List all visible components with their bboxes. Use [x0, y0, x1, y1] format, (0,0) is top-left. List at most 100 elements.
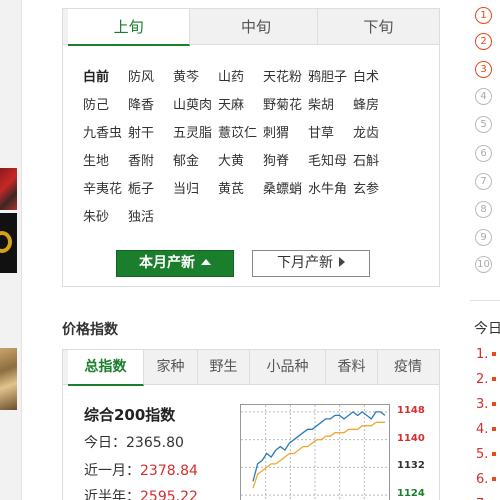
thumbnail-image[interactable] [0, 168, 17, 210]
herb-link[interactable]: 郁金 [173, 151, 218, 172]
herb-link[interactable]: 白术 [353, 67, 398, 88]
price-index-panel: 总指数 家种 野生 小品种 香料 疫情 综合200指数 今日：2365.80 近… [62, 349, 440, 500]
index-month-row: 近一月：2378.84 [84, 460, 198, 480]
herb-link[interactable]: 山药 [218, 67, 263, 88]
today-list-item[interactable]: 5. [476, 447, 497, 462]
tab-epidemic[interactable]: 疫情 [378, 350, 438, 384]
herb-link[interactable]: 当归 [173, 179, 218, 200]
thumbnail-image[interactable] [0, 348, 17, 410]
herb-grid: 白前 防风 黄芩 山药 天花粉 鸦胆子 白术防己 降香 山萸肉 天麻 野菊花 柴胡 蜂房九香虫 射干 五灵脂… [83, 67, 433, 228]
rank-number-badge: 5 [475, 116, 492, 133]
chart-y-tick-label: 1132 [397, 460, 425, 472]
tab-spices[interactable]: 香料 [326, 350, 378, 384]
today-list-item[interactable]: 2. [476, 372, 497, 387]
index-name: 综合200指数 [84, 406, 176, 424]
herb-link[interactable]: 天麻 [218, 95, 263, 116]
today-list-item[interactable]: 1. [476, 347, 497, 362]
today-list-item[interactable]: 4. [476, 422, 497, 437]
herb-link[interactable]: 天花粉 [263, 67, 308, 88]
herb-link[interactable]: 栀子 [128, 179, 173, 200]
herb-link[interactable]: 射干 [128, 123, 173, 144]
current-month-label: 本月产新 [139, 255, 195, 271]
rank-number-badge: 3 [475, 61, 492, 78]
tab-early-month[interactable]: 上旬 [68, 9, 191, 46]
herb-link[interactable]: 毛知母 [308, 151, 353, 172]
herb-link[interactable]: 九香虫 [83, 123, 128, 144]
herb-link[interactable]: 独活 [128, 207, 173, 228]
index-today-value: 2365.80 [126, 435, 184, 451]
today-list-number: 1. [476, 347, 489, 362]
today-list-item[interactable]: 6. [476, 472, 497, 487]
herb-link[interactable]: 黄芩 [173, 67, 218, 88]
tab-late-month[interactable]: 下旬 [318, 9, 439, 44]
herb-link[interactable]: 桑螵蛸 [263, 179, 308, 200]
bullet-icon [492, 352, 497, 356]
index-halfyear-label: 近半年： [84, 489, 140, 500]
thumbnail-image[interactable] [0, 213, 17, 273]
index-month-label: 近一月： [84, 463, 140, 479]
bullet-icon [492, 402, 497, 406]
herb-link[interactable]: 香附 [128, 151, 173, 172]
current-month-button[interactable]: 本月产新 [116, 250, 234, 277]
herb-link[interactable]: 朱砂 [83, 207, 128, 228]
tab-mid-month[interactable]: 中旬 [195, 9, 318, 44]
index-month-value: 2378.84 [140, 463, 198, 479]
rank-number-badge: 8 [475, 201, 492, 218]
herb-link[interactable]: 狗脊 [263, 151, 308, 172]
herb-link[interactable]: 防己 [83, 95, 128, 116]
next-month-label: 下月产新 [277, 255, 333, 271]
rank-number-badge: 10 [475, 256, 492, 273]
today-list-number: 4. [476, 422, 489, 437]
herb-link[interactable]: 五灵脂 [173, 123, 218, 144]
new-harvest-panel: 上旬 中旬 下旬 白前 防风 黄芩 山药 天花粉 鸦胆子 白术防己 降香 山萸肉 天麻 野菊花 柴胡蜂… [62, 8, 440, 287]
herb-link[interactable]: 蜂房 [353, 95, 398, 116]
rank-number-badge: 9 [475, 229, 492, 246]
tab-minor-varieties[interactable]: 小品种 [250, 350, 326, 384]
herb-link[interactable]: 野菊花 [263, 95, 308, 116]
herb-link[interactable]: 生地 [83, 151, 128, 172]
herb-link[interactable]: 石斛 [353, 151, 398, 172]
triangle-up-icon [201, 259, 211, 265]
bullet-icon [492, 377, 497, 381]
bullet-icon [492, 477, 497, 481]
today-title: 今日 [474, 321, 500, 337]
today-list-item[interactable]: 3. [476, 397, 497, 412]
rank-number-badge: 4 [475, 88, 492, 105]
herb-link[interactable]: 刺猬 [263, 123, 308, 144]
index-halfyear-value: 2595.22 [140, 489, 198, 500]
herb-link[interactable]: 辛夷花 [83, 179, 128, 200]
chart-y-tick-label: 1140 [397, 432, 425, 444]
period-tabs: 上旬 中旬 下旬 [63, 9, 439, 46]
chart-y-tick-label: 1124 [397, 488, 425, 500]
bullet-icon [492, 452, 497, 456]
herb-link[interactable]: 白前 [83, 67, 128, 88]
index-halfyear-row: 近半年：2595.22 [84, 486, 198, 500]
herb-link[interactable]: 鸦胆子 [308, 67, 353, 88]
triangle-right-icon [339, 257, 345, 267]
herb-link[interactable]: 玄参 [353, 179, 398, 200]
today-list-number: 6. [476, 472, 489, 487]
herb-link[interactable]: 水牛角 [308, 179, 353, 200]
herb-link[interactable]: 大黄 [218, 151, 263, 172]
herb-link[interactable]: 柴胡 [308, 95, 353, 116]
herb-link[interactable]: 山萸肉 [173, 95, 218, 116]
rank-number-badge: 2 [475, 33, 492, 50]
index-line-chart [240, 404, 390, 500]
herb-link[interactable]: 甘草 [308, 123, 353, 144]
today-list-number: 5. [476, 447, 489, 462]
next-month-button[interactable]: 下月产新 [252, 250, 370, 277]
herb-link[interactable]: 防风 [128, 67, 173, 88]
herb-link[interactable]: 龙齿 [353, 123, 398, 144]
today-list-number: 3. [476, 397, 489, 412]
ring-logo-icon [0, 231, 12, 253]
chart-y-tick-label: 1148 [397, 404, 425, 416]
tab-cultivated[interactable]: 家种 [144, 350, 198, 384]
index-today-row: 今日：2365.80 [84, 432, 184, 452]
herb-link[interactable]: 降香 [128, 95, 173, 116]
rank-number-badge: 6 [475, 145, 492, 162]
herb-link[interactable]: 黄芪 [218, 179, 263, 200]
tab-total-index[interactable]: 总指数 [68, 350, 144, 386]
herb-link[interactable]: 薏苡仁 [218, 123, 263, 144]
tab-wild[interactable]: 野生 [198, 350, 250, 384]
price-index-title: 价格指数 [62, 322, 118, 338]
